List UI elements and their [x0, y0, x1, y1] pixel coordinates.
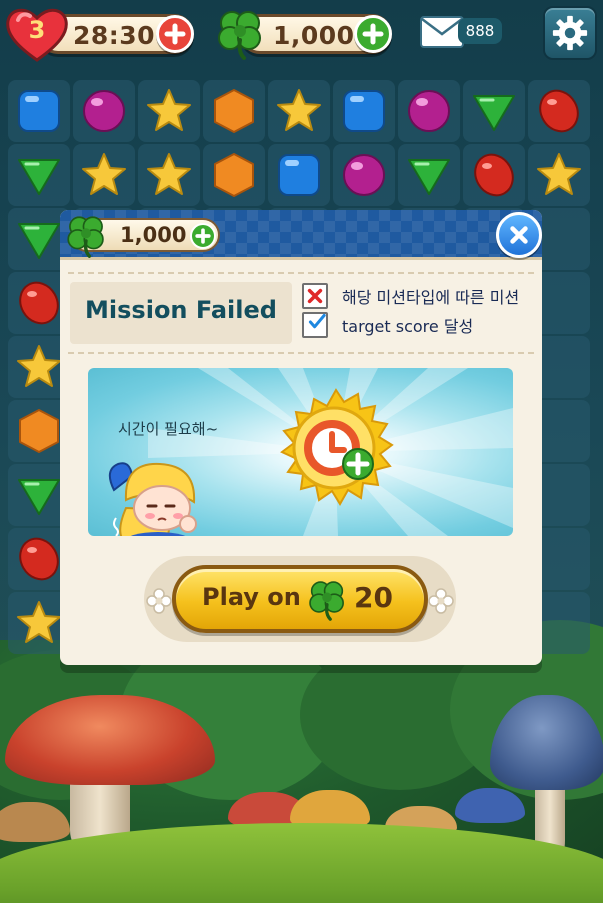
board-cell: [398, 80, 460, 142]
gear-icon: [552, 15, 588, 51]
clover-icon: [306, 577, 350, 621]
dialog-header: 1,000: [60, 210, 542, 260]
blue-square-gem: [278, 154, 320, 196]
divider: [68, 272, 534, 274]
dialog-clover-balance: 1,000: [120, 223, 187, 247]
play-on-button[interactable]: Play on 20: [172, 565, 428, 633]
divider: [68, 352, 534, 354]
checkbox-passed: [302, 312, 328, 338]
orange-hexagon-gem: [214, 153, 254, 197]
settings-button[interactable]: [543, 6, 597, 60]
mission-status-box: Mission Failed: [70, 282, 292, 344]
board-cell: [528, 80, 590, 142]
green-triangle-gem: [473, 95, 515, 131]
yellow-star-gem: [537, 153, 581, 195]
red-oval-gem: [19, 281, 59, 325]
board-cell: [8, 144, 70, 206]
red-oval-gem: [19, 537, 59, 581]
board-cell: [398, 144, 460, 206]
forest-scenery: [0, 620, 603, 903]
checklist-label: 해당 미션타입에 따른 미션: [342, 288, 520, 307]
orange-hexagon-gem: [19, 409, 59, 453]
close-icon: [510, 226, 528, 244]
board-cell: [203, 144, 265, 206]
purple-round-gem: [343, 154, 385, 196]
clover-icon: [214, 6, 266, 60]
board-cell: [333, 80, 395, 142]
mission-title: Mission Failed: [85, 296, 277, 324]
board-cell: [528, 144, 590, 206]
close-button[interactable]: [496, 212, 542, 258]
board-cell: [268, 80, 330, 142]
purple-round-gem: [83, 90, 125, 132]
board-cell: [203, 80, 265, 142]
flower-ornament-icon: [146, 588, 172, 614]
yellow-star-gem: [147, 89, 191, 131]
add-clovers-button[interactable]: [354, 15, 392, 53]
green-triangle-gem: [408, 159, 450, 195]
character-illustration: [102, 450, 212, 536]
add-lives-button[interactable]: [156, 15, 194, 53]
extra-time-icon: [274, 388, 398, 512]
purple-round-gem: [408, 90, 450, 132]
checkbox-failed: [302, 283, 328, 309]
lives-count: 3: [28, 16, 46, 44]
board-cell: [333, 144, 395, 206]
board-cell: [73, 144, 135, 206]
yellow-star-gem: [17, 601, 61, 643]
board-cell: [73, 80, 135, 142]
yellow-star-gem: [277, 89, 321, 131]
play-on-label: Play on: [202, 583, 301, 611]
blue-square-gem: [18, 90, 60, 132]
green-triangle-gem: [18, 223, 60, 259]
play-on-cost: 20: [354, 581, 393, 614]
plus-icon: [195, 228, 211, 244]
orange-hexagon-gem: [214, 89, 254, 133]
checklist-item-mission: 해당 미션타입에 따른 미션: [302, 282, 519, 310]
yellow-star-gem: [17, 345, 61, 387]
board-cell: [138, 144, 200, 206]
clover-balance: 1,000: [273, 21, 355, 50]
top-hud: 28:30 3 1,000 888: [0, 0, 603, 68]
board-cell: [463, 144, 525, 206]
flower-ornament-icon: [428, 588, 454, 614]
plus-icon: [362, 23, 384, 45]
checklist-item-score: target score 달성: [302, 311, 473, 339]
x-mark-icon: [307, 288, 323, 304]
red-oval-gem: [539, 89, 579, 133]
green-triangle-gem: [18, 159, 60, 195]
board-cell: [268, 144, 330, 206]
blue-square-gem: [343, 90, 385, 132]
checkmark-icon: [308, 313, 326, 329]
red-oval-gem: [474, 153, 514, 197]
yellow-star-gem: [147, 153, 191, 195]
plus-icon: [164, 23, 186, 45]
board-cell: [8, 80, 70, 142]
hint-text: 시간이 필요해~: [118, 420, 219, 438]
yellow-star-gem: [82, 153, 126, 195]
board-cell: [138, 80, 200, 142]
hint-panel: 시간이 필요해~: [88, 368, 513, 536]
green-triangle-gem: [18, 479, 60, 515]
board-cell: [463, 80, 525, 142]
clover-icon: [64, 212, 110, 258]
mission-failed-dialog: 1,000 Mission Failed 해당 미션타입에 따른 미션 targ…: [60, 210, 542, 665]
heart-icon: 3: [6, 6, 68, 62]
lives-timer: 28:30: [73, 21, 156, 50]
mail-count: 888: [458, 18, 502, 44]
checklist-label: target score 달성: [342, 317, 474, 336]
dialog-add-clovers-button[interactable]: [190, 223, 216, 249]
